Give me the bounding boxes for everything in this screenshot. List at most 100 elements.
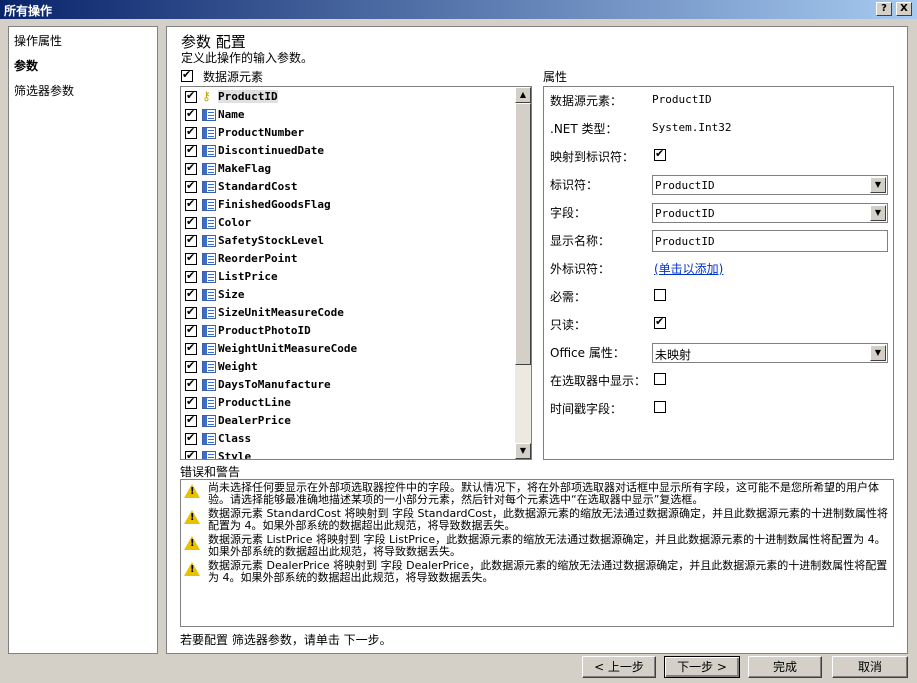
- field-row[interactable]: ListPrice: [183, 268, 513, 286]
- field-checkbox[interactable]: [185, 269, 197, 283]
- close-button[interactable]: X: [896, 2, 912, 16]
- nav-item-operation-properties[interactable]: 操作属性: [14, 32, 62, 49]
- field-checkbox[interactable]: [185, 431, 197, 445]
- field-row[interactable]: Size: [183, 286, 513, 304]
- errors-list: 尚未选择任何要显示在外部项选取器控件中的字段。默认情况下，将在外部项选取器对话框…: [180, 479, 894, 627]
- chevron-down-icon[interactable]: ▼: [870, 345, 886, 361]
- help-button[interactable]: ?: [876, 2, 892, 16]
- chevron-down-icon[interactable]: ▼: [870, 177, 886, 193]
- field-row[interactable]: ReorderPoint: [183, 250, 513, 268]
- field-row[interactable]: ⚷ ProductID: [183, 88, 513, 106]
- field-list[interactable]: ⚷ ProductID Name ProductNumber DiscontinuedD…: [180, 86, 532, 460]
- field-name: ProductLine: [218, 396, 291, 409]
- field-checkbox[interactable]: [185, 449, 197, 459]
- scroll-down-button[interactable]: ▼: [515, 443, 531, 459]
- field-name: Style: [218, 450, 252, 460]
- field-icon: [202, 181, 216, 193]
- field-checkbox[interactable]: [185, 233, 197, 247]
- properties-header: 属性: [543, 70, 568, 84]
- field-row[interactable]: ProductPhotoID: [183, 322, 513, 340]
- back-button[interactable]: < 上一步: [582, 656, 656, 678]
- page-subtitle: 定义此操作的输入参数。: [181, 51, 314, 65]
- field-row[interactable]: Weight: [183, 358, 513, 376]
- field-icon: [202, 253, 216, 265]
- key-icon: ⚷: [202, 89, 211, 103]
- field-checkbox[interactable]: [185, 413, 197, 427]
- datasource-header: 数据源元素: [203, 70, 264, 84]
- field-row[interactable]: WeightUnitMeasureCode: [183, 340, 513, 358]
- select-all-checkbox[interactable]: [181, 68, 193, 82]
- field-row[interactable]: ProductLine: [183, 394, 513, 412]
- timestamp-field-checkbox[interactable]: [654, 401, 666, 413]
- field-row[interactable]: FinishedGoodsFlag: [183, 196, 513, 214]
- field-checkbox[interactable]: [185, 215, 197, 229]
- required-checkbox[interactable]: [654, 289, 666, 301]
- field-checkbox[interactable]: [185, 287, 197, 301]
- warning-text: 数据源元素 DealerPrice 将映射到 字段 DealerPrice，此数…: [208, 559, 888, 584]
- title-bar: 所有操作 ? X: [0, 0, 917, 19]
- map-to-identifier-checkbox[interactable]: [654, 147, 666, 161]
- field-checkbox[interactable]: [185, 359, 197, 373]
- nav-item-filter-parameters[interactable]: 筛选器参数: [14, 82, 74, 99]
- field-checkbox[interactable]: [185, 161, 197, 175]
- field-row[interactable]: DiscontinuedDate: [183, 142, 513, 160]
- field-row[interactable]: ProductNumber: [183, 124, 513, 142]
- field-name: ListPrice: [218, 270, 278, 283]
- ds-element-value: ProductID: [652, 93, 712, 106]
- next-button[interactable]: 下一步 >: [664, 656, 740, 678]
- field-row[interactable]: Class: [183, 430, 513, 448]
- finish-button[interactable]: 完成: [748, 656, 822, 678]
- readonly-label: 只读：: [550, 318, 587, 332]
- field-checkbox[interactable]: [185, 107, 197, 121]
- field-row[interactable]: SizeUnitMeasureCode: [183, 304, 513, 322]
- readonly-checkbox[interactable]: [654, 315, 666, 329]
- field-row[interactable]: MakeFlag: [183, 160, 513, 178]
- main-panel: 参数 配置 定义此操作的输入参数。 数据源元素 属性 ⚷ProductIDNam…: [166, 26, 908, 654]
- field-checkbox[interactable]: [185, 251, 197, 265]
- field-icon: [202, 127, 216, 139]
- field-icon: [202, 415, 216, 427]
- field-name: Weight: [218, 360, 258, 373]
- field-select[interactable]: ProductID ▼: [652, 203, 888, 223]
- field-checkbox[interactable]: [185, 89, 197, 103]
- field-icon: [202, 451, 216, 459]
- field-row[interactable]: Color: [183, 214, 513, 232]
- nav-item-parameters[interactable]: 参数: [14, 57, 38, 74]
- field-row[interactable]: Style: [183, 448, 513, 460]
- field-checkbox[interactable]: [185, 125, 197, 139]
- add-foreign-identifier-link[interactable]: (单击以添加): [654, 260, 723, 277]
- field-row[interactable]: StandardCost: [183, 178, 513, 196]
- office-property-value: 未映射: [655, 348, 692, 362]
- field-row[interactable]: DaysToManufacture: [183, 376, 513, 394]
- scroll-thumb[interactable]: [515, 103, 531, 365]
- cancel-button[interactable]: 取消: [832, 656, 908, 678]
- show-in-picker-checkbox[interactable]: [654, 373, 666, 385]
- field-row[interactable]: SafetyStockLevel: [183, 232, 513, 250]
- field-checkbox[interactable]: [185, 377, 197, 391]
- field-checkbox[interactable]: [185, 323, 197, 337]
- display-name-input[interactable]: ProductID: [652, 230, 888, 252]
- office-property-select[interactable]: 未映射 ▼: [652, 343, 888, 363]
- field-icon: [202, 145, 216, 157]
- scroll-up-button[interactable]: ▲: [515, 87, 531, 103]
- map-to-identifier-label: 映射到标识符：: [550, 150, 635, 164]
- field-icon: [202, 271, 216, 283]
- field-checkbox[interactable]: [185, 395, 197, 409]
- field-list-scrollbar[interactable]: ▲ ▼: [515, 87, 531, 459]
- field-checkbox[interactable]: [185, 197, 197, 211]
- field-name: DealerPrice: [218, 414, 291, 427]
- chevron-down-icon[interactable]: ▼: [870, 205, 886, 221]
- display-name-label: 显示名称：: [550, 234, 611, 248]
- identifier-select[interactable]: ProductID ▼: [652, 175, 888, 195]
- field-name: Name: [218, 108, 245, 121]
- field-row[interactable]: DealerPrice: [183, 412, 513, 430]
- field-row[interactable]: Name: [183, 106, 513, 124]
- property-grid: 数据源元素： ProductID .NET 类型： System.Int32 映…: [543, 86, 894, 460]
- field-name: ProductPhotoID: [218, 324, 311, 337]
- field-checkbox[interactable]: [185, 143, 197, 157]
- identifier-label: 标识符：: [550, 178, 599, 192]
- field-name: StandardCost: [218, 180, 298, 193]
- field-checkbox[interactable]: [185, 305, 197, 319]
- field-checkbox[interactable]: [185, 341, 197, 355]
- field-checkbox[interactable]: [185, 179, 197, 193]
